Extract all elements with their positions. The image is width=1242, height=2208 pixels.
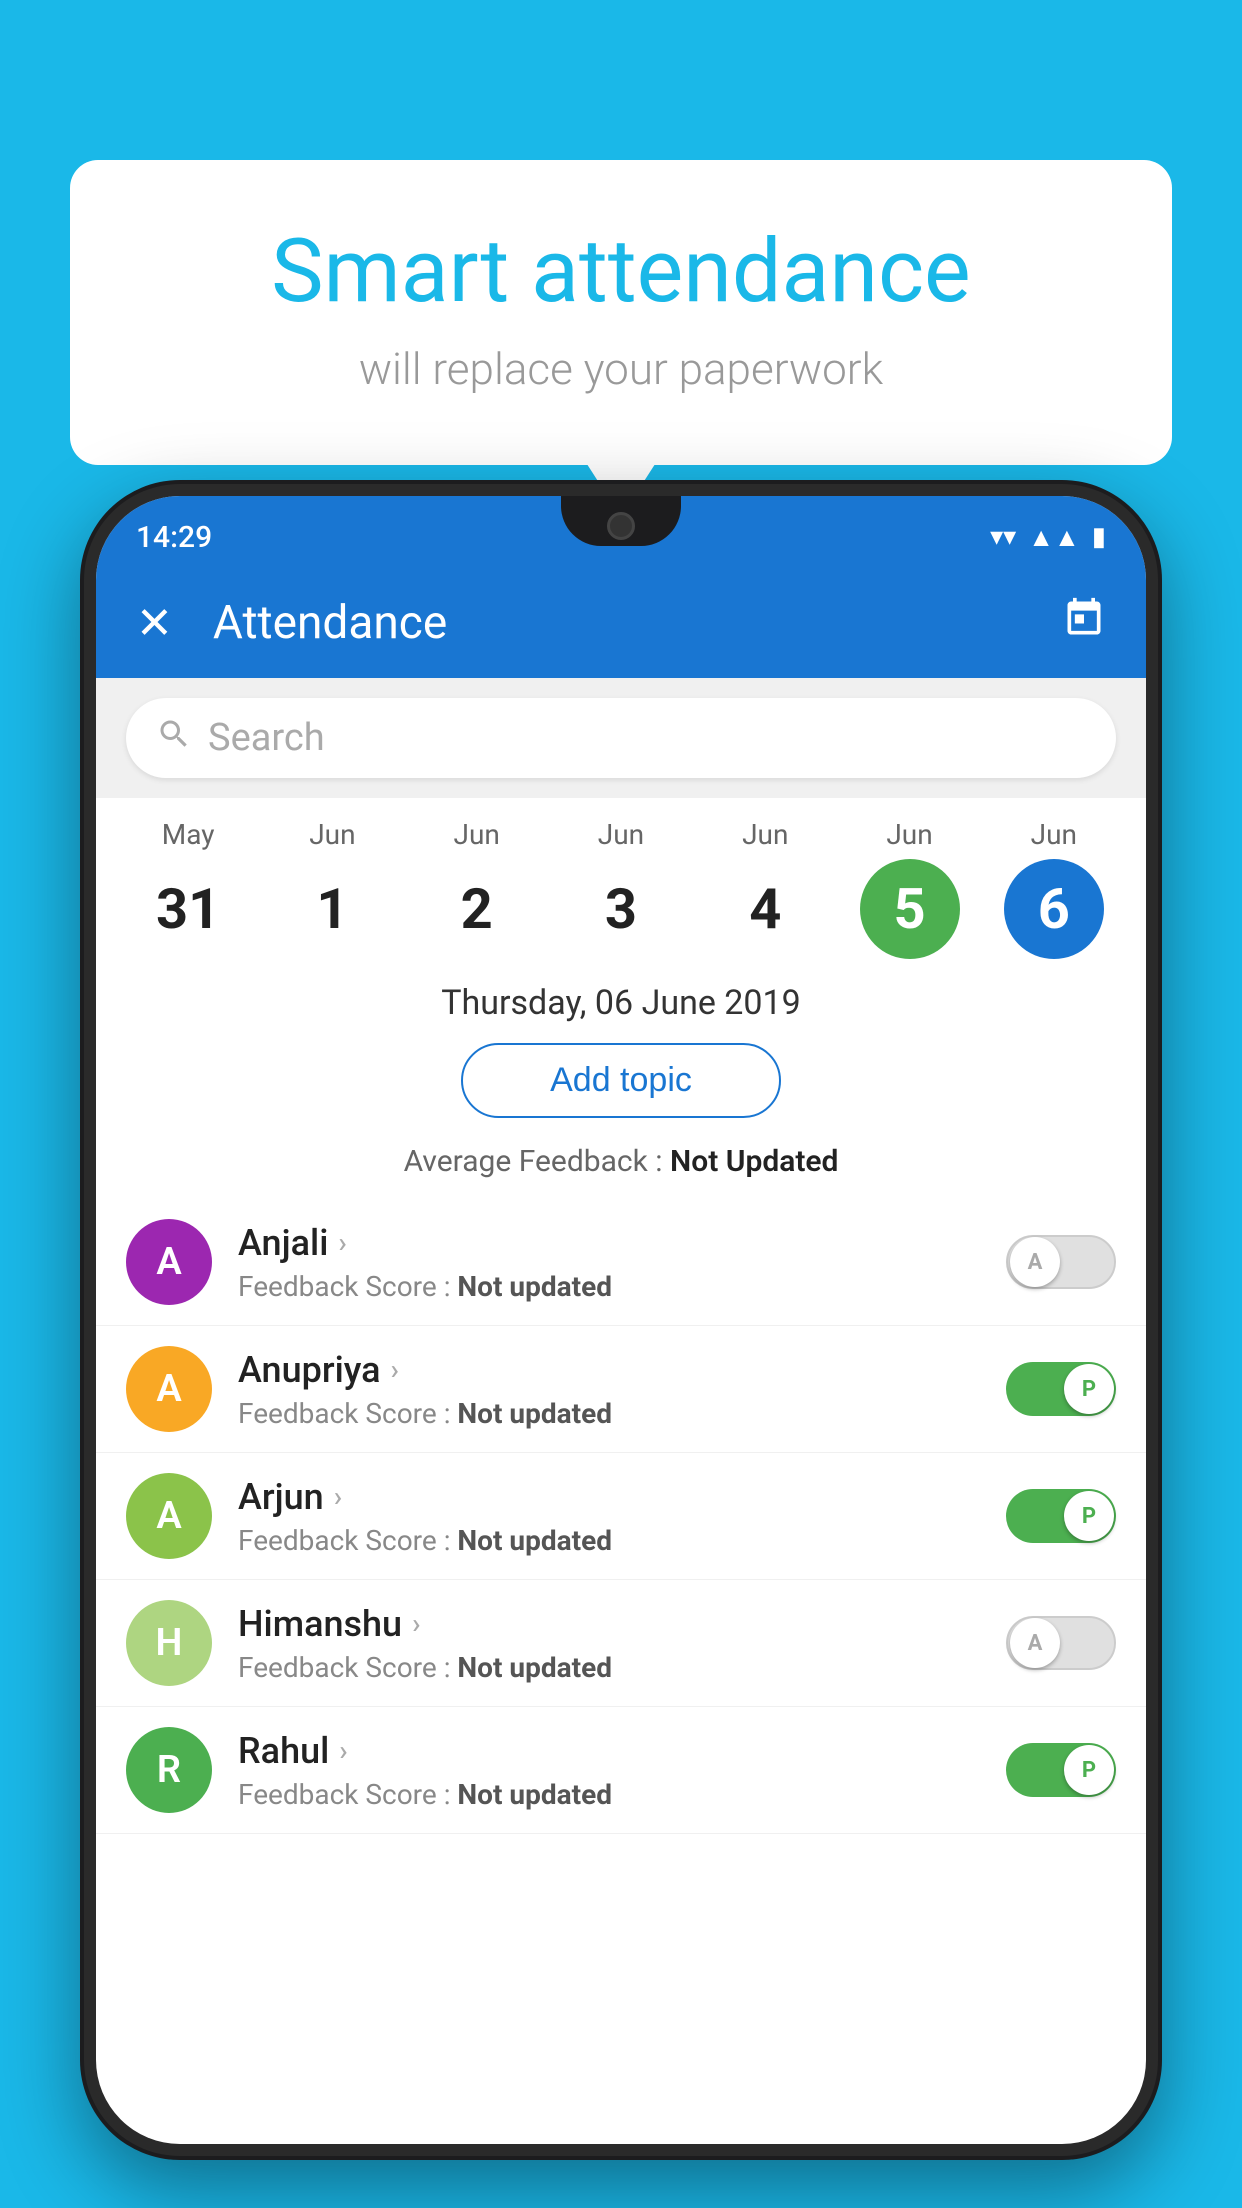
chevron-icon: ›: [334, 1480, 342, 1513]
student-list: AAnjali ›Feedback Score : Not updatedAAA…: [96, 1199, 1146, 1834]
speech-bubble-subtitle: will replace your paperwork: [150, 343, 1092, 395]
chevron-icon: ›: [412, 1607, 420, 1640]
student-item-2[interactable]: A Arjun › Feedback Score : Not updated P: [96, 1453, 1146, 1580]
attendance-toggle-3[interactable]: A: [1006, 1616, 1116, 1670]
student-name-4: Rahul ›: [238, 1730, 980, 1772]
toggle-knob-4: P: [1064, 1745, 1114, 1795]
attendance-toggle-1[interactable]: P: [1006, 1362, 1116, 1416]
avg-feedback: Average Feedback : Not Updated: [96, 1128, 1146, 1199]
student-avatar-4: R: [126, 1727, 212, 1813]
student-info-0: Anjali › Feedback Score : Not updated: [238, 1222, 980, 1303]
search-bar[interactable]: Search: [126, 698, 1116, 778]
phone-notch: [561, 496, 681, 546]
selected-date: Thursday, 06 June 2019: [96, 969, 1146, 1033]
calendar-day-5[interactable]: Jun5: [845, 818, 975, 959]
student-info-1: Anupriya › Feedback Score : Not updated: [238, 1349, 980, 1430]
search-icon: [156, 716, 192, 761]
app-bar: ✕ Attendance: [96, 568, 1146, 678]
student-item-1[interactable]: A Anupriya › Feedback Score : Not updated P: [96, 1326, 1146, 1453]
status-time: 14:29: [136, 520, 212, 555]
speech-bubble: Smart attendance will replace your paper…: [70, 160, 1172, 465]
attendance-toggle-4[interactable]: P: [1006, 1743, 1116, 1797]
student-avatar-1: A: [126, 1346, 212, 1432]
calendar-strip: May31Jun1Jun2Jun3Jun4Jun5Jun6: [96, 798, 1146, 969]
speech-bubble-title: Smart attendance: [150, 220, 1092, 323]
signal-icon: ▲▲: [1028, 522, 1079, 553]
search-input[interactable]: Search: [208, 716, 1086, 760]
calendar-day-0[interactable]: May31: [123, 818, 253, 959]
calendar-day-4[interactable]: Jun4: [700, 818, 830, 959]
calendar-day-6[interactable]: Jun6: [989, 818, 1119, 959]
student-name-3: Himanshu ›: [238, 1603, 980, 1645]
student-name-0: Anjali ›: [238, 1222, 980, 1264]
phone-screen: 14:29 ▾▾ ▲▲ ▮ ✕ Attendance: [96, 496, 1146, 2144]
student-feedback-3: Feedback Score : Not updated: [238, 1651, 980, 1684]
add-topic-button[interactable]: Add topic: [461, 1043, 781, 1118]
avg-feedback-label: Average Feedback :: [404, 1144, 663, 1179]
calendar-icon[interactable]: [1062, 596, 1106, 651]
toggle-knob-1: P: [1064, 1364, 1114, 1414]
student-feedback-0: Feedback Score : Not updated: [238, 1270, 980, 1303]
app-bar-title: Attendance: [213, 596, 1022, 650]
student-feedback-1: Feedback Score : Not updated: [238, 1397, 980, 1430]
phone-frame: 14:29 ▾▾ ▲▲ ▮ ✕ Attendance: [80, 480, 1162, 2160]
toggle-knob-3: A: [1010, 1618, 1060, 1668]
chevron-icon: ›: [391, 1353, 399, 1386]
calendar-day-2[interactable]: Jun2: [412, 818, 542, 959]
status-icons: ▾▾ ▲▲ ▮: [990, 522, 1106, 553]
student-item-0[interactable]: A Anjali › Feedback Score : Not updated A: [96, 1199, 1146, 1326]
toggle-knob-0: A: [1010, 1237, 1060, 1287]
student-item-3[interactable]: H Himanshu › Feedback Score : Not updated A: [96, 1580, 1146, 1707]
student-name-1: Anupriya ›: [238, 1349, 980, 1391]
student-item-4[interactable]: R Rahul › Feedback Score : Not updated P: [96, 1707, 1146, 1834]
student-avatar-2: A: [126, 1473, 212, 1559]
student-avatar-3: H: [126, 1600, 212, 1686]
student-avatar-0: A: [126, 1219, 212, 1305]
toggle-knob-2: P: [1064, 1491, 1114, 1541]
student-feedback-4: Feedback Score : Not updated: [238, 1778, 980, 1811]
chevron-icon: ›: [338, 1226, 346, 1259]
attendance-toggle-0[interactable]: A: [1006, 1235, 1116, 1289]
calendar-day-1[interactable]: Jun1: [267, 818, 397, 959]
avg-feedback-value: Not Updated: [670, 1144, 838, 1179]
student-info-2: Arjun › Feedback Score : Not updated: [238, 1476, 980, 1557]
student-feedback-2: Feedback Score : Not updated: [238, 1524, 980, 1557]
speech-bubble-container: Smart attendance will replace your paper…: [70, 160, 1172, 465]
close-button[interactable]: ✕: [136, 597, 173, 649]
calendar-day-3[interactable]: Jun3: [556, 818, 686, 959]
wifi-icon: ▾▾: [990, 522, 1016, 552]
front-camera: [607, 512, 635, 540]
student-info-4: Rahul › Feedback Score : Not updated: [238, 1730, 980, 1811]
battery-icon: ▮: [1092, 522, 1106, 552]
search-container: Search: [96, 678, 1146, 798]
chevron-icon: ›: [339, 1734, 347, 1767]
student-info-3: Himanshu › Feedback Score : Not updated: [238, 1603, 980, 1684]
phone-container: 14:29 ▾▾ ▲▲ ▮ ✕ Attendance: [80, 480, 1162, 2208]
attendance-toggle-2[interactable]: P: [1006, 1489, 1116, 1543]
student-name-2: Arjun ›: [238, 1476, 980, 1518]
